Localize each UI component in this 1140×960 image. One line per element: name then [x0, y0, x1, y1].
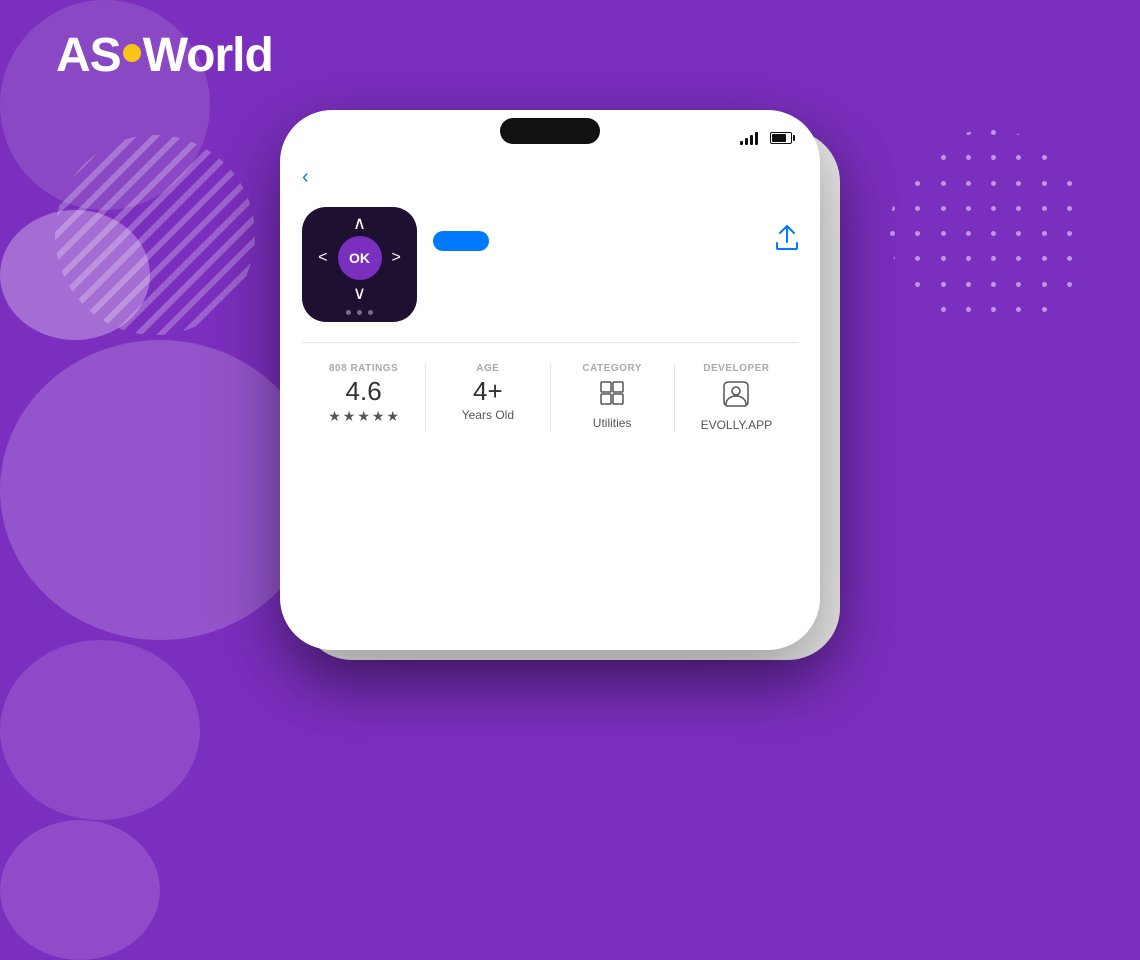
- logo-text-world: World: [143, 28, 273, 83]
- remote-left-arrow: <: [318, 249, 327, 267]
- category-icon: [599, 380, 625, 412]
- signal-bar-4: [755, 132, 758, 145]
- signal-bar-3: [750, 135, 753, 145]
- stat-category-label: CATEGORY: [582, 363, 642, 374]
- logo-dot: [123, 44, 141, 62]
- stat-developer-label: DEVELOPER: [703, 363, 769, 374]
- battery-fill: [772, 134, 786, 142]
- app-actions: [433, 225, 798, 257]
- bg-blob-bottom-right: [0, 640, 200, 820]
- logo: AS World: [56, 28, 273, 83]
- remote-dot-2: [357, 310, 362, 315]
- stat-age-value: 4+: [473, 378, 503, 404]
- dots-pattern: // Generate dots const dp = document.que…: [890, 130, 1090, 330]
- battery-icon: [770, 132, 792, 144]
- logo-text: AS: [56, 28, 121, 83]
- star-1: ★: [328, 408, 341, 425]
- stat-ratings-value: 4.6: [346, 378, 382, 404]
- stat-age: AGE 4+ Years Old: [426, 363, 550, 432]
- bg-blob-bottom-left: [0, 820, 160, 960]
- stat-ratings: 808 RATINGS 4.6 ★ ★ ★ ★ ★: [302, 363, 426, 432]
- remote-middle: < OK >: [318, 236, 401, 280]
- app-header: ∧ < OK > ∨: [280, 199, 820, 338]
- stat-developer-value: EVOLLY.APP: [701, 418, 773, 432]
- phone: ➤ ‹: [280, 110, 820, 650]
- get-button[interactable]: [433, 231, 489, 251]
- remote-right-arrow: >: [392, 249, 401, 267]
- remote-down-arrow: ∨: [353, 284, 366, 302]
- stat-age-sub: Years Old: [462, 408, 514, 422]
- remote-dot-1: [346, 310, 351, 315]
- share-button[interactable]: [776, 225, 798, 257]
- remote-up-arrow: ∧: [353, 214, 366, 232]
- star-4: ★: [372, 408, 385, 425]
- signal-bar-2: [745, 138, 748, 145]
- star-half: ★: [386, 408, 399, 425]
- star-rating: ★ ★ ★ ★ ★: [328, 408, 399, 425]
- dynamic-island: [500, 118, 600, 144]
- signal-bars: [740, 131, 758, 145]
- app-info: [433, 207, 798, 257]
- bg-blob-right-large: [0, 340, 320, 640]
- stat-category-value: Utilities: [593, 416, 632, 430]
- developer-icon: [722, 380, 750, 414]
- stat-ratings-label: 808 RATINGS: [329, 363, 398, 374]
- stat-category: CATEGORY Utilities: [551, 363, 675, 432]
- chevron-left-icon: ‹: [302, 166, 309, 189]
- app-icon: ∧ < OK > ∨: [302, 207, 417, 322]
- stats-row: 808 RATINGS 4.6 ★ ★ ★ ★ ★ AGE 4+ Years O…: [280, 347, 820, 440]
- remote-ok-button: OK: [338, 236, 382, 280]
- phone-wrapper: ➤ ‹: [280, 110, 860, 680]
- remote-dots: [346, 310, 373, 315]
- stat-developer: DEVELOPER EVOLLY.APP: [675, 363, 798, 432]
- star-2: ★: [343, 408, 356, 425]
- signal-bar-1: [740, 141, 743, 145]
- star-3: ★: [357, 408, 370, 425]
- divider: [302, 342, 798, 343]
- stat-age-label: AGE: [476, 363, 499, 374]
- nav-back-button[interactable]: ‹: [280, 160, 820, 199]
- remote-icon-body: ∧ < OK > ∨: [318, 214, 401, 315]
- remote-dot-3: [368, 310, 373, 315]
- bg-blob-left-stripe: [55, 135, 255, 335]
- status-icons: [740, 131, 792, 145]
